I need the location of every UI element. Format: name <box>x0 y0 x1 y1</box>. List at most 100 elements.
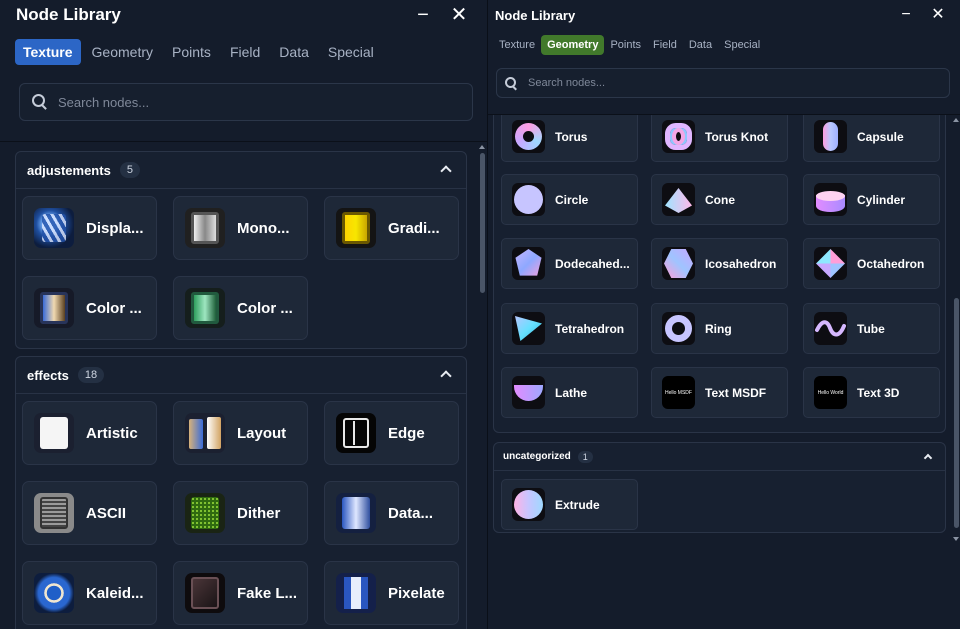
close-button[interactable]: ✕ <box>441 5 477 25</box>
node-label: Text MSDF <box>705 385 767 400</box>
node-label: Kaleid... <box>86 584 144 602</box>
node-card-color-1[interactable]: Color ... <box>22 276 157 340</box>
node-card-circle[interactable]: Circle <box>501 174 638 225</box>
color-thumbnail <box>185 288 225 328</box>
section-title: uncategorized <box>503 451 571 462</box>
node-card-datamosh[interactable]: Data... <box>324 481 459 545</box>
node-label: Torus <box>555 129 588 144</box>
node-card-ring[interactable]: Ring <box>651 303 788 354</box>
node-card-kaleidoscope[interactable]: Kaleid... <box>22 561 157 625</box>
section-title: adjustements <box>27 162 111 178</box>
thumb-text: Hello MSDF <box>665 389 692 396</box>
tab-geometry[interactable]: Geometry <box>541 34 605 55</box>
node-list: Torus Torus Knot Capsule Circle Cone Cyl… <box>488 114 960 629</box>
tab-points[interactable]: Points <box>604 35 647 55</box>
gradient-thumbnail <box>336 208 376 248</box>
node-card-fake-light[interactable]: Fake L... <box>173 561 308 625</box>
vertical-scrollbar[interactable] <box>478 141 487 629</box>
node-card-text-3d[interactable]: Hello World Text 3D <box>803 367 940 418</box>
node-card-dither[interactable]: Dither <box>173 481 308 545</box>
minimize-button[interactable]: − <box>405 5 441 25</box>
node-card-torus[interactable]: Torus <box>501 115 638 162</box>
node-card-octahedron[interactable]: Octahedron <box>803 238 940 289</box>
layout-thumbnail <box>185 413 225 453</box>
node-card-gradient[interactable]: Gradi... <box>324 196 459 260</box>
node-card-ascii[interactable]: ASCII <box>22 481 157 545</box>
tab-points[interactable]: Points <box>164 39 219 65</box>
node-card-layout[interactable]: Layout <box>173 401 308 465</box>
count-badge: 18 <box>77 367 105 383</box>
octahedron-thumbnail <box>814 247 847 280</box>
torus-thumbnail <box>512 120 545 153</box>
tetrahedron-thumbnail <box>512 312 545 345</box>
scrollbar-thumb[interactable] <box>954 298 959 528</box>
node-card-lathe[interactable]: Lathe <box>501 367 638 418</box>
node-label: Torus Knot <box>705 129 769 144</box>
section-header[interactable]: effects 18 <box>16 357 466 394</box>
section-adjustements: adjustements 5 Displa... Mono... Gradi..… <box>15 151 467 349</box>
title-bar: Node Library − ✕ <box>488 0 960 30</box>
node-label: Mono... <box>237 219 290 237</box>
data-thumbnail <box>336 493 376 533</box>
collapse-chevron-icon[interactable] <box>923 453 933 463</box>
node-card-displace[interactable]: Displa... <box>22 196 157 260</box>
torus-knot-thumbnail <box>662 120 695 153</box>
node-label: Color ... <box>86 299 142 317</box>
node-card-icosahedron[interactable]: Icosahedron <box>651 238 788 289</box>
icosahedron-thumbnail <box>662 247 695 280</box>
node-card-tetrahedron[interactable]: Tetrahedron <box>501 303 638 354</box>
search-icon <box>505 76 518 90</box>
scroll-up-icon[interactable] <box>953 118 959 122</box>
node-label: Dither <box>237 504 281 522</box>
node-card-torus-knot[interactable]: Torus Knot <box>651 115 788 162</box>
search-input[interactable]: Search nodes... <box>496 68 950 98</box>
edge-thumbnail <box>336 413 376 453</box>
scroll-up-icon[interactable] <box>479 145 485 149</box>
tab-field[interactable]: Field <box>222 39 268 65</box>
node-label: ASCII <box>86 504 127 522</box>
fake-light-thumbnail <box>185 573 225 613</box>
node-card-color-2[interactable]: Color ... <box>173 276 308 340</box>
node-card-dodecahedron[interactable]: Dodecahed... <box>501 238 638 289</box>
tab-data[interactable]: Data <box>271 39 317 65</box>
tab-texture[interactable]: Texture <box>15 38 81 65</box>
cylinder-thumbnail <box>814 183 847 216</box>
node-label: Cone <box>705 192 735 207</box>
node-card-cylinder[interactable]: Cylinder <box>803 174 940 225</box>
section-header[interactable]: adjustements 5 <box>16 152 466 189</box>
node-label: Dodecahed... <box>555 256 630 271</box>
node-card-extrude[interactable]: Extrude <box>501 479 638 530</box>
tab-special[interactable]: Special <box>718 35 766 55</box>
scrollbar-thumb[interactable] <box>480 153 485 293</box>
minimize-button[interactable]: − <box>890 5 922 25</box>
node-card-monochrome[interactable]: Mono... <box>173 196 308 260</box>
node-card-edge[interactable]: Edge <box>324 401 459 465</box>
scroll-down-icon[interactable] <box>953 537 959 541</box>
node-label: Extrude <box>555 497 600 512</box>
node-card-cone[interactable]: Cone <box>651 174 788 225</box>
text-msdf-thumbnail: Hello MSDF <box>662 376 695 409</box>
vertical-scrollbar[interactable] <box>952 114 960 629</box>
tab-field[interactable]: Field <box>647 35 683 55</box>
collapse-chevron-icon[interactable] <box>440 165 452 177</box>
node-card-tube[interactable]: Tube <box>803 303 940 354</box>
node-label: Layout <box>237 424 287 442</box>
node-card-capsule[interactable]: Capsule <box>803 115 940 162</box>
node-card-text-msdf[interactable]: Hello MSDF Text MSDF <box>651 367 788 418</box>
title-bar: Node Library − ✕ <box>0 0 487 30</box>
tab-geometry[interactable]: Geometry <box>84 39 161 65</box>
tab-special[interactable]: Special <box>320 39 382 65</box>
section-header[interactable]: uncategorized 1 <box>494 443 945 471</box>
node-label: Color ... <box>237 299 293 317</box>
tab-texture[interactable]: Texture <box>493 35 541 55</box>
node-card-artistic[interactable]: Artistic <box>22 401 157 465</box>
ring-thumbnail <box>662 312 695 345</box>
tab-data[interactable]: Data <box>683 35 718 55</box>
pixelate-thumbnail <box>336 573 376 613</box>
search-input[interactable]: Search nodes... <box>19 83 473 121</box>
dither-thumbnail <box>185 493 225 533</box>
node-card-pixelate[interactable]: Pixelate <box>324 561 459 625</box>
search-icon <box>32 94 48 110</box>
collapse-chevron-icon[interactable] <box>440 370 452 382</box>
close-button[interactable]: ✕ <box>922 5 954 25</box>
